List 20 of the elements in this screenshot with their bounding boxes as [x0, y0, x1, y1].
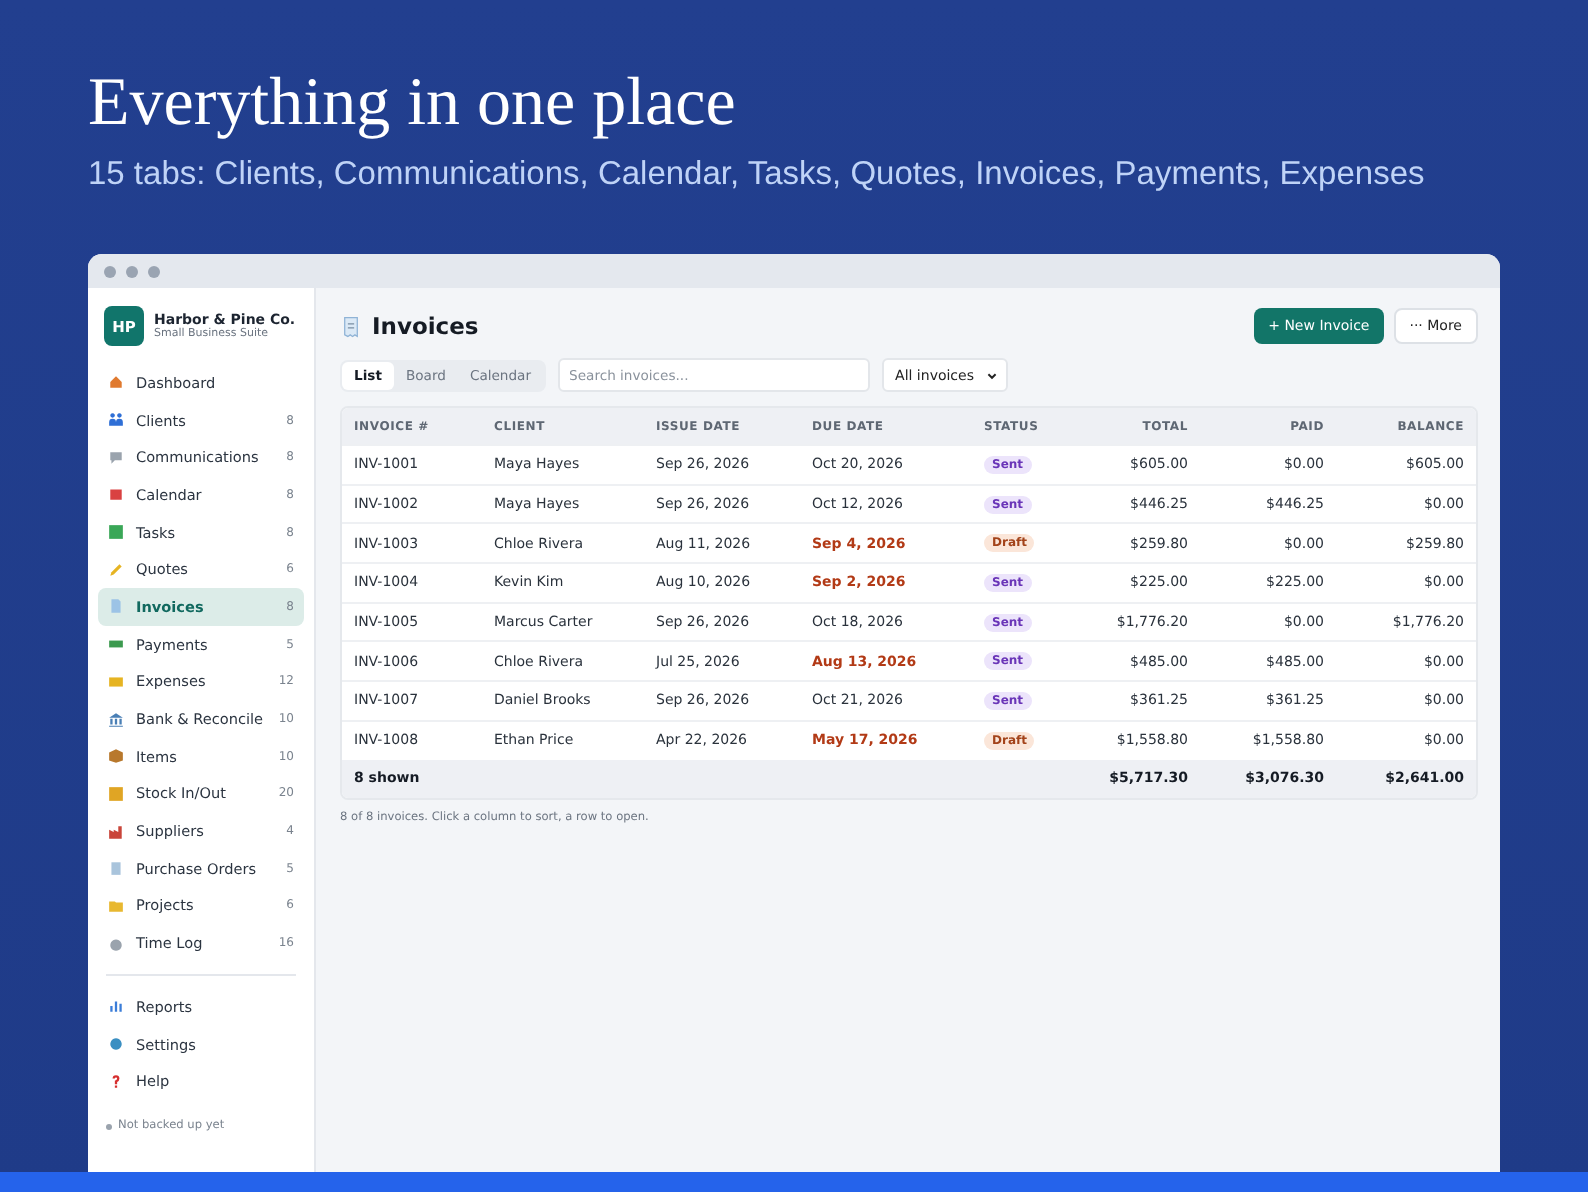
- status-dot-icon: [106, 1123, 112, 1130]
- folder-icon: [108, 897, 124, 914]
- question-icon: [108, 1073, 124, 1090]
- window-dot-icon[interactable]: [104, 265, 116, 277]
- bar-chart-icon: [108, 998, 124, 1015]
- box-icon: [108, 748, 124, 765]
- document-icon: [108, 598, 124, 615]
- people-icon: [108, 412, 124, 429]
- pencil-icon: [108, 561, 124, 578]
- bank-icon: [108, 711, 124, 728]
- window-dot-icon[interactable]: [148, 265, 160, 277]
- receipt-icon: [340, 315, 362, 337]
- window-dot-icon[interactable]: [126, 265, 138, 277]
- house-icon: [108, 374, 124, 391]
- factory-icon: [108, 823, 124, 840]
- speech-bubble-icon: [108, 449, 124, 466]
- page-title: Invoices: [372, 312, 479, 340]
- chevron-down-icon: [986, 369, 998, 381]
- hero-subtitle: 15 tabs: Clients, Communications, Calendar, Tasks, Quotes, Invoices, Payments, Expenses: [88, 156, 1427, 194]
- hero-title: Everything in one place: [88, 64, 738, 144]
